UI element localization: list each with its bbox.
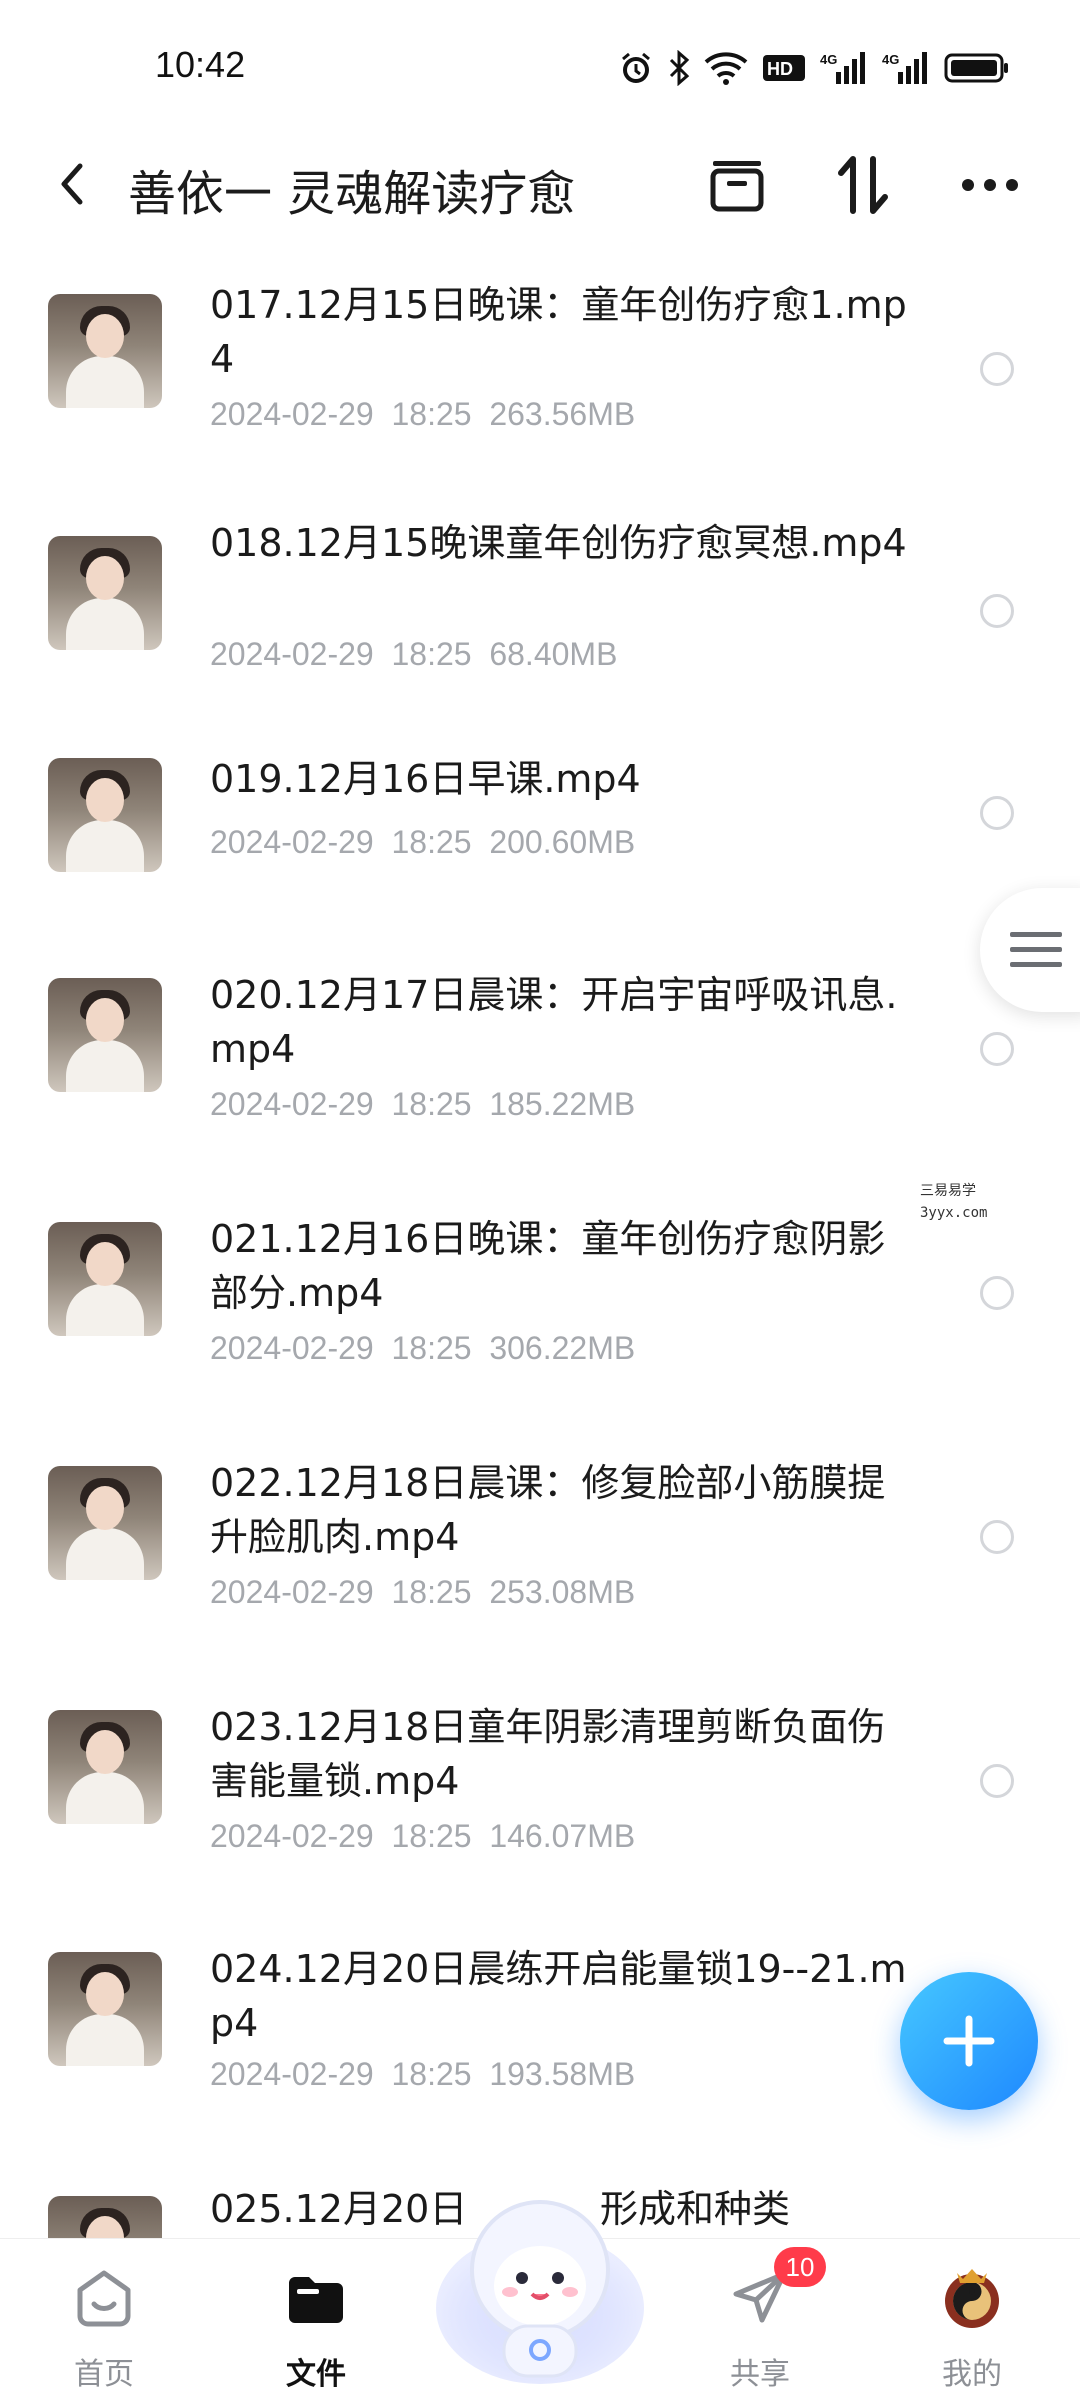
signal-network-label: 4G [820,52,837,67]
file-list-page: 10:42 HD 4G 4G 善依一 灵魂解读疗愈 017.12月15日晚课：童… [0,0,1080,2400]
nav-share-label: 共享 [730,2357,790,2392]
file-name: 024.12月20日晨练开启能量锁19--21.mp4 [210,1947,907,2045]
signal-4g-icon: 4G [882,50,930,86]
header-bar: 善依一 灵魂解读疗愈 [0,130,1080,240]
select-radio[interactable] [980,594,1014,628]
file-meta: 2024-02-29 18:25 68.40MB [210,636,618,672]
alarm-icon [618,50,654,86]
profile-avatar-icon [939,2265,1005,2331]
file-meta: 2024-02-29 18:25 263.56MB [210,396,636,432]
add-button[interactable] [900,1972,1038,2110]
back-button[interactable] [40,152,104,216]
video-thumbnail [48,2196,162,2240]
video-thumbnail [48,1952,162,2066]
file-meta: 2024-02-29 18:25 200.60MB [210,824,636,860]
bluetooth-icon [668,50,690,86]
nav-share[interactable]: 10 共享 [680,2239,840,2400]
select-radio[interactable] [980,1276,1014,1310]
menu-lines-icon [1010,932,1062,967]
list-item[interactable]: 023.12月18日童年阴影清理剪断负面伤害能量锁.mp4 2024-02-29… [0,1686,1080,1916]
list-item[interactable]: 021.12月16日晚课：童年创伤疗愈阴影部分.mp4 2024-02-29 1… [0,1198,1080,1428]
nav-profile[interactable]: 我的 [892,2239,1052,2400]
back-arrow-icon [61,163,83,205]
archive-icon [710,161,764,212]
list-item[interactable]: 019.12月16日早课.mp4 2024-02-29 18:25 200.60… [0,752,1080,952]
hd-label: HD [767,59,793,79]
list-item[interactable]: 018.12月15晚课童年创伤疗愈冥想.mp4 2024-02-29 18:25… [0,512,1080,742]
file-name: 021.12月16日晚课：童年创伤疗愈阴影部分.mp4 [210,1217,886,1315]
watermark-line2: 3yyx.com [920,1205,988,1221]
select-radio[interactable] [980,1764,1014,1798]
select-radio[interactable] [980,1032,1014,1066]
video-thumbnail [48,978,162,1092]
watermark-line1: 三易易学 [920,1183,976,1199]
nav-home[interactable]: 首页 [24,2239,184,2400]
list-item[interactable]: 022.12月18日晨课：修复脸部小筋膜提升脸肌肉.mp4 2024-02-29… [0,1442,1080,1672]
file-name: 019.12月16日早课.mp4 [210,757,641,801]
wifi-icon [704,50,748,86]
select-radio[interactable] [980,1520,1014,1554]
select-radio[interactable] [980,796,1014,830]
page-title: 善依一 灵魂解读疗愈 [128,166,576,222]
video-thumbnail [48,1466,162,1580]
list-item[interactable]: 020.12月17日晨课：开启宇宙呼吸讯息.mp4 2024-02-29 18:… [0,954,1080,1184]
battery-icon [944,52,1010,84]
plus-icon [943,2015,995,2067]
file-name: 022.12月18日晨课：修复脸部小筋膜提升脸肌肉.mp4 [210,1461,886,1559]
file-name: 018.12月15晚课童年创伤疗愈冥想.mp4 [210,521,907,565]
video-thumbnail [48,758,162,872]
file-name: 017.12月15日晚课：童年创伤疗愈1.mp4 [210,283,907,381]
more-icon [962,179,1018,191]
share-badge: 10 [774,2247,826,2287]
more-button[interactable] [955,150,1025,220]
video-thumbnail [48,1222,162,1336]
video-thumbnail [48,1710,162,1824]
nav-files-label: 文件 [286,2357,346,2392]
watermark: 三易易学 3yyx.com [920,1180,987,1224]
file-meta: 2024-02-29 18:25 306.22MB [210,1330,636,1366]
file-list: 017.12月15日晚课：童年创伤疗愈1.mp4 2024-02-29 18:2… [0,250,1080,2240]
sort-icon [838,156,888,214]
sort-button[interactable] [828,150,898,220]
file-meta: 2024-02-29 18:25 146.07MB [210,1818,636,1854]
nav-home-label: 首页 [74,2357,134,2392]
video-thumbnail [48,536,162,650]
signal-4g-icon: 4G [820,50,868,86]
file-meta: 2024-02-29 18:25 193.58MB [210,2056,636,2092]
video-thumbnail [48,294,162,408]
folder-icon [283,2265,349,2331]
status-time: 10:42 [155,44,246,85]
signal-network-label: 4G [882,52,899,67]
status-icons: HD 4G 4G [618,46,1010,90]
status-bar: 10:42 HD 4G 4G [0,0,1080,120]
home-icon [71,2265,137,2331]
file-name: 020.12月17日晨课：开启宇宙呼吸讯息.mp4 [210,973,898,1071]
nav-profile-label: 我的 [942,2357,1002,2392]
archive-button[interactable] [702,150,772,220]
mascot-button[interactable] [430,2178,650,2388]
file-name: 023.12月18日童年阴影清理剪断负面伤害能量锁.mp4 [210,1705,886,1803]
hd-icon: HD [762,52,806,84]
nav-files[interactable]: 文件 [236,2239,396,2400]
mascot-icon [436,2200,644,2384]
select-radio[interactable] [980,352,1014,386]
file-meta: 2024-02-29 18:25 185.22MB [210,1086,636,1122]
file-meta: 2024-02-29 18:25 253.08MB [210,1574,636,1610]
list-item[interactable]: 017.12月15日晚课：童年创伤疗愈1.mp4 2024-02-29 18:2… [0,270,1080,500]
